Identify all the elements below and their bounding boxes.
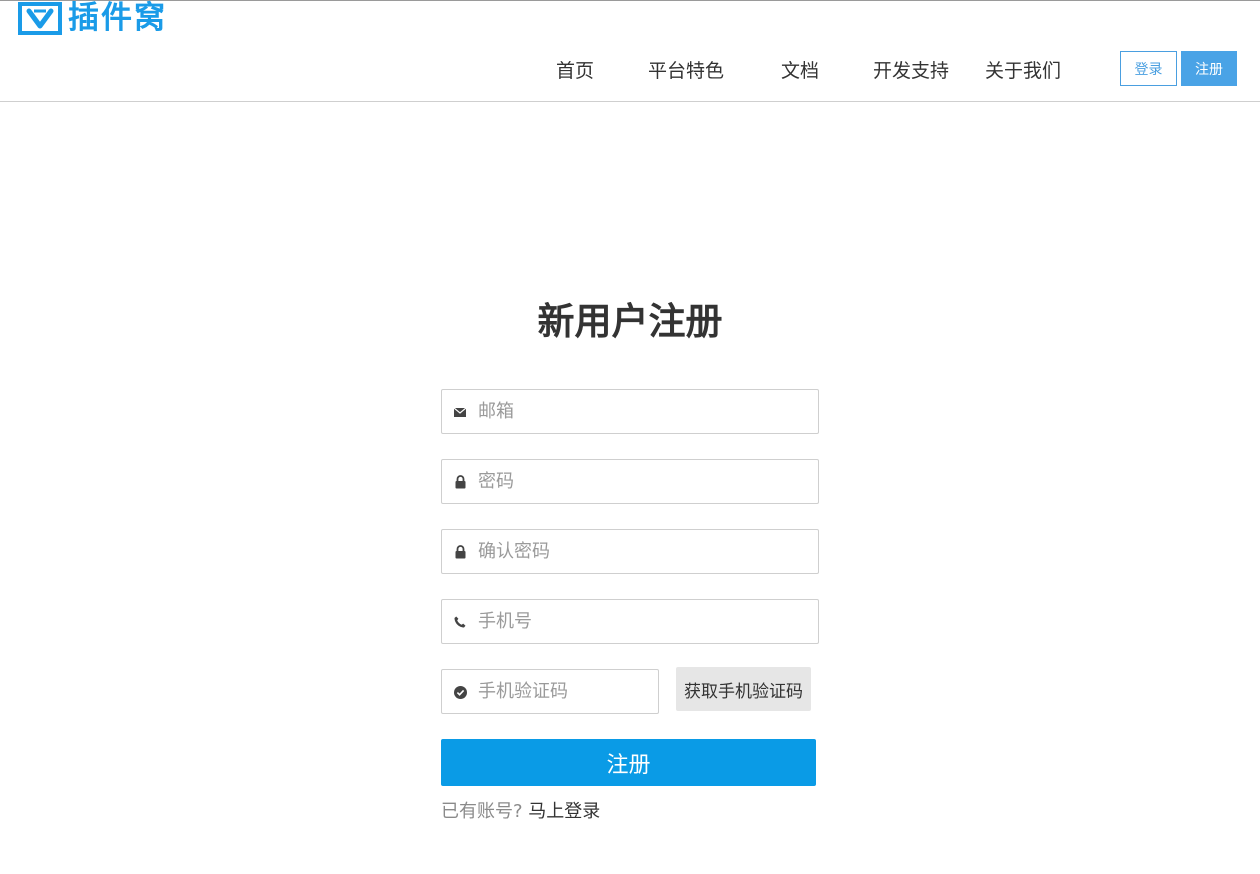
page-title: 新用户注册 <box>537 300 723 343</box>
nav-features[interactable]: 平台特色 <box>648 57 724 85</box>
password-input[interactable] <box>478 460 810 503</box>
get-sms-code-button[interactable]: 获取手机验证码 <box>676 667 811 711</box>
check-circle-icon <box>453 684 467 700</box>
sms-code-input[interactable] <box>478 670 650 713</box>
phone-input[interactable] <box>478 600 810 643</box>
nav-dev-support[interactable]: 开发支持 <box>873 57 949 85</box>
have-account-text: 已有账号? <box>441 801 523 822</box>
email-input[interactable] <box>478 390 810 433</box>
lock-icon <box>453 474 467 490</box>
confirm-password-field <box>441 529 819 574</box>
confirm-password-input[interactable] <box>478 530 810 573</box>
email-field <box>441 389 819 434</box>
phone-field <box>441 599 819 644</box>
site-header: 插件窝 首页 平台特色 文档 开发支持 关于我们 登录 注册 <box>0 0 1260 102</box>
nav-docs[interactable]: 文档 <box>781 57 819 85</box>
header-login-button[interactable]: 登录 <box>1120 51 1177 86</box>
envelope-icon <box>453 404 467 420</box>
login-prompt: 已有账号? 马上登录 <box>441 799 600 825</box>
logo-text: 插件窝 <box>68 0 167 36</box>
lock-icon <box>453 544 467 560</box>
login-link[interactable]: 马上登录 <box>528 801 600 822</box>
phone-icon <box>453 614 467 630</box>
sms-code-field <box>441 669 659 714</box>
site-logo[interactable]: 插件窝 <box>18 1 167 37</box>
nav-home[interactable]: 首页 <box>556 57 594 85</box>
register-submit-button[interactable]: 注册 <box>441 739 816 786</box>
logo-mark-icon <box>18 2 62 35</box>
header-register-button[interactable]: 注册 <box>1181 51 1237 86</box>
password-field <box>441 459 819 504</box>
nav-about[interactable]: 关于我们 <box>985 57 1061 85</box>
